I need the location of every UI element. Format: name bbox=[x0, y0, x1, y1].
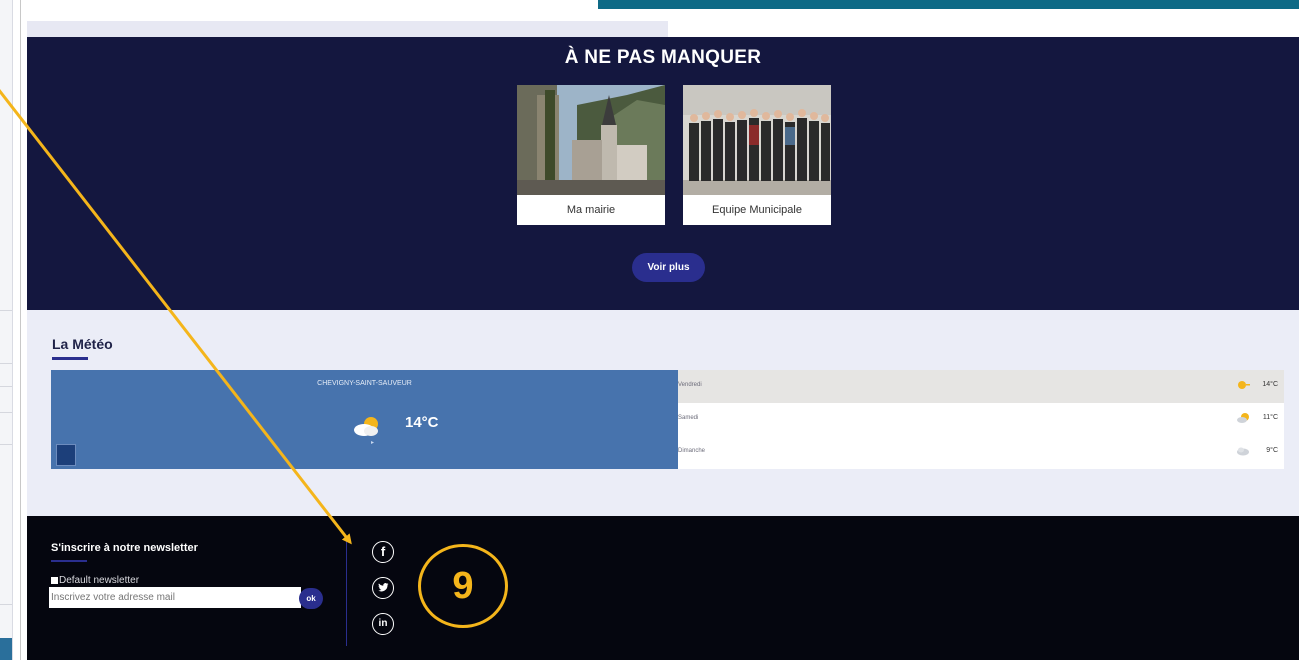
forecast-row: Samedi 11°C bbox=[678, 403, 1284, 436]
card-caption: Ma mairie bbox=[566, 204, 616, 216]
newsletter-title: S'inscrire à notre newsletter bbox=[51, 542, 198, 554]
facebook-icon[interactable]: f bbox=[372, 541, 394, 563]
meteo-france-logo bbox=[56, 444, 76, 466]
update-time-icon: ▸ bbox=[371, 440, 375, 446]
footer-divider bbox=[346, 541, 347, 646]
ok-button[interactable]: ok bbox=[299, 588, 323, 609]
forecast-row: Dimanche 9°C bbox=[678, 436, 1284, 469]
email-input[interactable] bbox=[49, 587, 301, 608]
weather-forecast: Vendredi 14°C Samedi 11°C Dimanche 9°C bbox=[678, 370, 1284, 469]
forecast-day: Vendredi bbox=[678, 382, 702, 388]
title-underline bbox=[51, 560, 87, 562]
team-photo bbox=[683, 85, 831, 195]
weather-current-panel: CHEVIGNY-SAINT-SAUVEUR 14°C ▸ bbox=[51, 370, 678, 469]
twitter-icon[interactable] bbox=[372, 577, 394, 599]
forecast-day: Dimanche bbox=[678, 448, 706, 454]
newsletter-checkbox[interactable]: Default newsletter bbox=[51, 575, 139, 586]
annotation-number: 9 bbox=[452, 565, 474, 607]
forecast-temp: 14°C bbox=[1262, 381, 1278, 388]
checkbox-label: Default newsletter bbox=[59, 575, 140, 586]
sun-cloud-icon bbox=[1237, 413, 1249, 423]
top-teal-bar bbox=[598, 0, 1299, 9]
frame-border bbox=[20, 0, 21, 660]
sun-cloud-icon bbox=[354, 417, 378, 436]
checkbox-box[interactable] bbox=[51, 576, 58, 584]
card-caption: Equipe Municipale bbox=[712, 204, 802, 216]
footer: S'inscrire à notre newsletter Default ne… bbox=[27, 516, 1299, 660]
town-photo bbox=[517, 85, 665, 195]
featured-section: À NE PAS MANQUER Ma mairie Equipe Munici… bbox=[27, 37, 1299, 310]
weather-title: La Météo bbox=[52, 336, 113, 352]
cloud-icon bbox=[1237, 447, 1249, 456]
forecast-temp: 11°C bbox=[1262, 414, 1278, 421]
title-underline bbox=[52, 357, 88, 360]
twitter-bird-glyph bbox=[377, 583, 388, 592]
card-equipe-municipale[interactable]: Equipe Municipale bbox=[683, 85, 831, 225]
weather-city: CHEVIGNY-SAINT-SAUVEUR bbox=[317, 380, 412, 387]
voir-plus-button[interactable]: Voir plus bbox=[632, 253, 705, 282]
linkedin-icon[interactable]: in bbox=[372, 613, 394, 635]
forecast-day: Samedi bbox=[678, 415, 699, 421]
weather-section: La Météo CHEVIGNY-SAINT-SAUVEUR 14°C ▸ V… bbox=[27, 310, 1299, 516]
current-temperature: 14°C bbox=[405, 414, 439, 431]
sun-icon bbox=[1238, 381, 1250, 389]
background-page-edge bbox=[0, 0, 13, 660]
top-band bbox=[27, 21, 1299, 37]
card-ma-mairie[interactable]: Ma mairie bbox=[517, 85, 665, 225]
forecast-temp: 9°C bbox=[1266, 447, 1278, 454]
forecast-row: Vendredi 14°C bbox=[678, 370, 1284, 403]
featured-title: À NE PAS MANQUER bbox=[564, 47, 762, 68]
